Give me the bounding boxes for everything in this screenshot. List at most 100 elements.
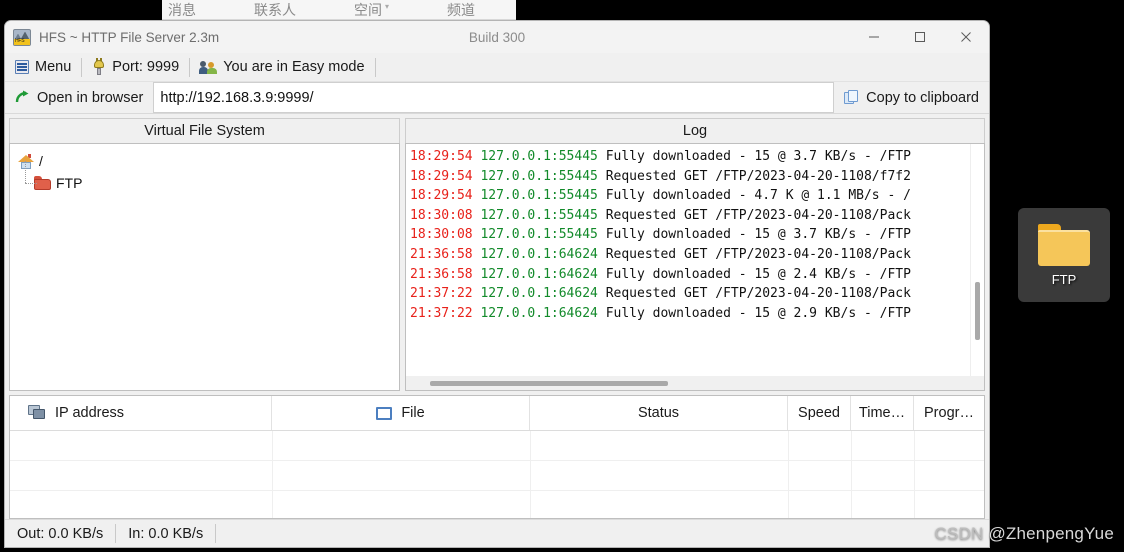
- copy-to-clipboard-button[interactable]: Copy to clipboard: [834, 82, 989, 113]
- users-icon: [199, 60, 218, 74]
- bg-tab-contacts[interactable]: 联系人: [254, 0, 296, 19]
- folder-icon: [1038, 223, 1090, 266]
- background-window[interactable]: 消息 联系人 空间 ▾ 频道: [162, 0, 516, 20]
- log-line: 18:29:54 127.0.0.1:55445 Fully downloade…: [410, 147, 970, 167]
- transfers-body[interactable]: [10, 431, 984, 518]
- desktop-icon-label: FTP: [1051, 271, 1077, 287]
- log-panel: Log 18:29:54 127.0.0.1:55445 Fully downl…: [405, 118, 985, 391]
- menu-button[interactable]: Menu: [5, 53, 81, 82]
- column-header-ip-address[interactable]: IP address: [10, 396, 272, 430]
- copy-to-clipboard-label: Copy to clipboard: [866, 89, 979, 106]
- vfs-tree[interactable]: / FTP: [9, 143, 400, 391]
- column-header-time[interactable]: Time…: [851, 396, 914, 430]
- column-header-speed[interactable]: Speed: [788, 396, 851, 430]
- log-time: 21:37:22: [410, 286, 481, 302]
- column-header-time-label: Time…: [858, 405, 906, 421]
- menu-bar: Menu Port: 9999 You are in Easy mode: [5, 53, 989, 82]
- log-time: 18:29:54: [410, 149, 481, 164]
- bg-tab-channels[interactable]: 频道: [447, 0, 476, 19]
- log-time: 18:29:54: [410, 168, 481, 184]
- log-ip: 127.0.0.1:55445: [480, 207, 606, 223]
- close-icon[interactable]: [943, 21, 989, 53]
- tree-node-ftp[interactable]: FTP: [18, 161, 399, 194]
- column-header-progress[interactable]: Progr…: [914, 396, 984, 430]
- address-bar: Open in browser http://192.168.3.9:9999/…: [5, 82, 989, 114]
- maximize-icon[interactable]: [897, 21, 943, 53]
- log-line: 18:29:54 127.0.0.1:55445 Fully downloade…: [410, 186, 970, 206]
- log-vscroll-thumb[interactable]: [975, 282, 980, 340]
- log-ip: 127.0.0.1:64624: [480, 286, 606, 302]
- folder-icon: [34, 176, 51, 190]
- chevron-down-icon: ▾: [385, 2, 390, 11]
- desktop-icon-ftp[interactable]: FTP: [1018, 208, 1110, 302]
- status-bar: Out: 0.0 KB/s In: 0.0 KB/s: [5, 519, 989, 547]
- status-out: Out: 0.0 KB/s: [17, 525, 104, 542]
- column-header-speed-label: Speed: [798, 405, 840, 421]
- log-time: 21:36:58: [410, 246, 481, 262]
- url-input[interactable]: http://192.168.3.9:9999/: [153, 82, 835, 113]
- window-title: HFS ~ HTTP File Server 2.3m: [39, 29, 220, 45]
- log-message: Fully downloaded - 4.7 K @ 1.1 MB/s - /: [605, 188, 911, 204]
- log-line: 21:37:22 127.0.0.1:64624 Fully downloade…: [410, 304, 970, 324]
- log-message: Fully downloaded - 15 @ 3.7 KB/s - /FTP: [605, 227, 911, 243]
- plug-icon: [92, 57, 106, 75]
- menu-divider-3: [374, 57, 376, 77]
- easy-mode-label: You are in Easy mode: [223, 59, 365, 75]
- bg-tab-messages[interactable]: 消息: [168, 0, 196, 19]
- log-vertical-scrollbar[interactable]: [970, 144, 984, 376]
- column-header-file[interactable]: File: [272, 396, 530, 430]
- tree-node-ftp-label: FTP: [56, 175, 83, 191]
- bg-tab-contacts-label: 联系人: [254, 2, 296, 18]
- bg-tab-space[interactable]: 空间 ▾: [354, 0, 390, 19]
- log-time: 21:37:22: [410, 305, 481, 321]
- log-body[interactable]: 18:29:54 127.0.0.1:55445 Fully downloade…: [405, 143, 985, 391]
- easy-mode-button[interactable]: You are in Easy mode: [190, 53, 374, 82]
- log-message: Requested GET /FTP/2023-04-20-1108/Pack: [605, 286, 911, 302]
- log-message: Fully downloaded - 15 @ 2.4 KB/s - /FTP: [605, 266, 911, 282]
- window-icon: [376, 406, 393, 420]
- log-time: 18:29:54: [410, 188, 481, 204]
- title-bar[interactable]: HFS ~ HTTP File Server 2.3m Build 300: [5, 21, 989, 53]
- window-controls: [851, 21, 989, 53]
- column-header-status-label: Status: [637, 405, 680, 421]
- vfs-title: Virtual File System: [9, 118, 400, 143]
- log-line: 21:37:22 127.0.0.1:64624 Requested GET /…: [410, 284, 970, 304]
- transfers-table: IP address File Status Speed Time… Progr…: [9, 395, 985, 519]
- column-header-progress-label: Progr…: [924, 405, 974, 421]
- column-header-file-label: File: [401, 405, 425, 421]
- vfs-panel: Virtual File System / FTP: [9, 118, 400, 391]
- log-message: Fully downloaded - 15 @ 3.7 KB/s - /FTP: [605, 149, 911, 164]
- log-message: Requested GET /FTP/2023-04-20-1108/f7f2: [605, 168, 911, 184]
- log-time: 21:36:58: [410, 266, 481, 282]
- log-time: 18:30:08: [410, 207, 481, 223]
- open-in-browser-button[interactable]: Open in browser: [5, 82, 154, 113]
- column-header-status[interactable]: Status: [530, 396, 788, 430]
- log-ip: 127.0.0.1:55445: [480, 188, 606, 204]
- log-time: 18:30:08: [410, 227, 481, 243]
- log-line: 21:36:58 127.0.0.1:64624 Requested GET /…: [410, 245, 970, 265]
- tree-node-root[interactable]: /: [18, 150, 399, 172]
- port-button[interactable]: Port: 9999: [82, 53, 189, 82]
- screen: 消息 联系人 空间 ▾ 频道 FTP HFS ~ HTTP File Ser: [0, 0, 1124, 552]
- watermark-text: @ZhenpengYue: [983, 524, 1114, 543]
- open-in-browser-label: Open in browser: [37, 89, 144, 106]
- background-window-tabs: 消息 联系人 空间 ▾ 频道: [162, 0, 516, 19]
- arrow-icon: [15, 90, 30, 105]
- tree-root: / FTP: [10, 144, 399, 194]
- menu-button-label: Menu: [35, 59, 72, 75]
- log-hscroll-thumb[interactable]: [430, 381, 668, 386]
- log-line: 18:29:54 127.0.0.1:55445 Requested GET /…: [410, 167, 970, 187]
- log-message: Fully downloaded - 15 @ 2.9 KB/s - /FTP: [605, 305, 911, 321]
- url-value: http://192.168.3.9:9999/: [160, 89, 314, 106]
- log-ip: 127.0.0.1:55445: [480, 227, 606, 243]
- log-ip: 127.0.0.1:64624: [480, 305, 606, 321]
- log-lines[interactable]: 18:29:54 127.0.0.1:55445 Fully downloade…: [406, 144, 970, 376]
- log-line: 18:30:08 127.0.0.1:55445 Fully downloade…: [410, 225, 970, 245]
- log-horizontal-scrollbar[interactable]: [406, 376, 970, 390]
- log-title: Log: [405, 118, 985, 143]
- log-message: Requested GET /FTP/2023-04-20-1108/Pack: [605, 207, 911, 223]
- bg-tab-channels-label: 频道: [447, 2, 476, 18]
- minimize-icon[interactable]: [851, 21, 897, 53]
- tree-node-root-label: /: [39, 153, 43, 169]
- log-ip: 127.0.0.1:55445: [480, 149, 606, 164]
